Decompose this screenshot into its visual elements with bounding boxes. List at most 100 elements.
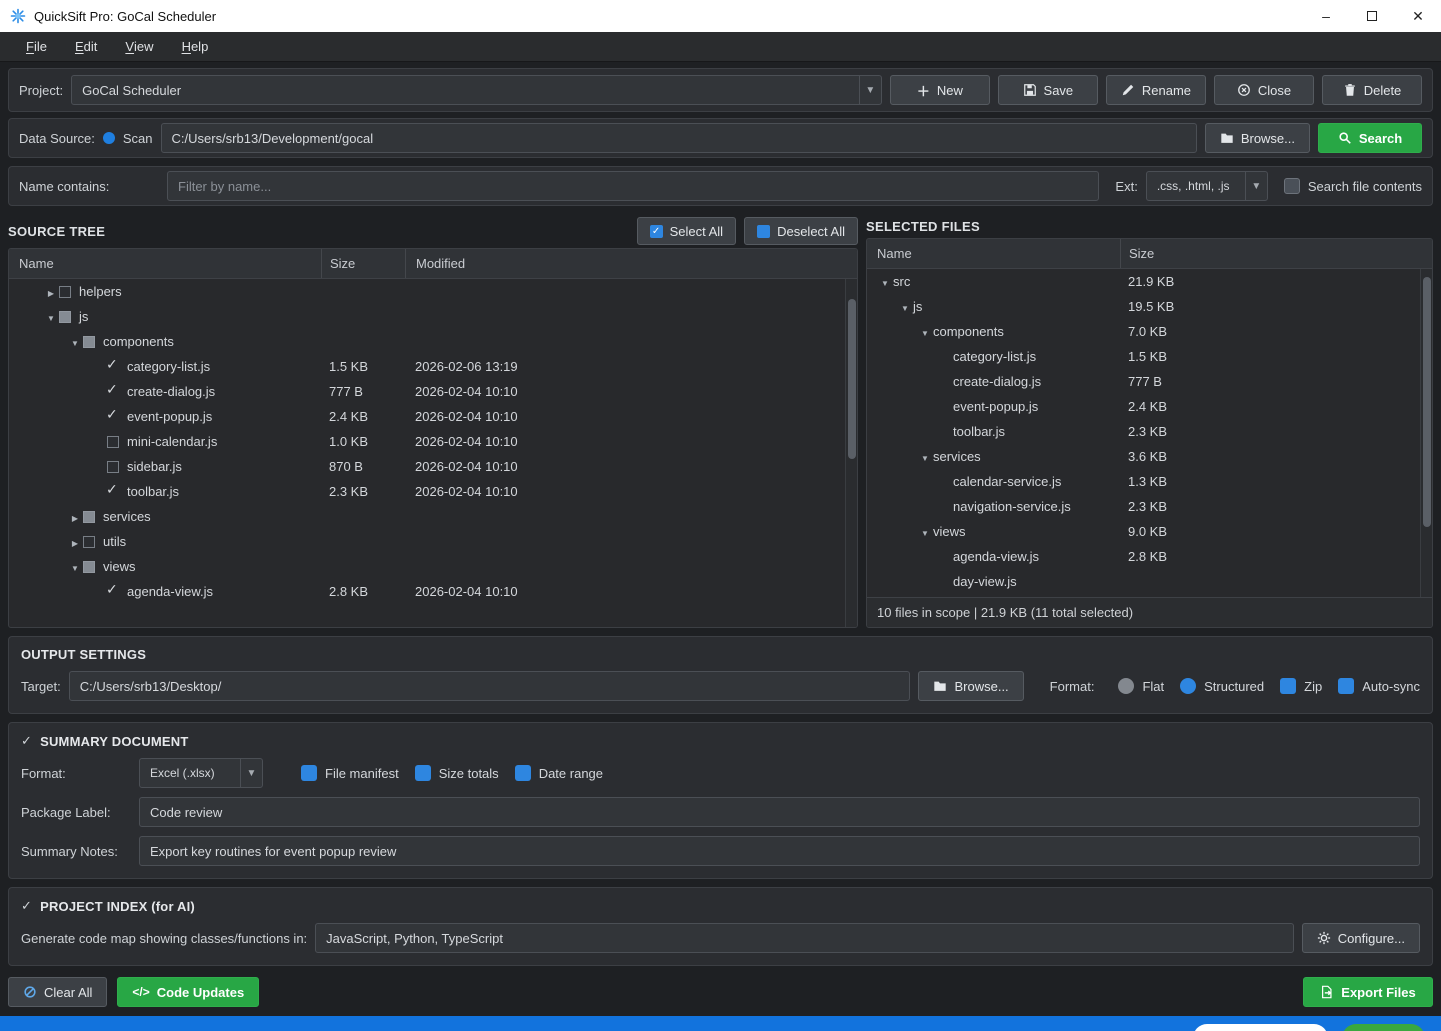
row-checkbox[interactable] xyxy=(107,461,119,473)
summary-notes-input[interactable] xyxy=(139,836,1420,866)
selected-file-row[interactable]: category-list.js 1.5 KB xyxy=(867,344,1420,369)
row-checkbox[interactable] xyxy=(83,336,95,348)
expander-icon[interactable] xyxy=(917,449,933,464)
configure-button[interactable]: Configure... xyxy=(1302,923,1420,953)
tree-row[interactable]: components xyxy=(9,329,845,354)
maximize-button[interactable] xyxy=(1349,0,1395,32)
menu-item[interactable]: Help xyxy=(168,32,223,61)
row-checkbox[interactable] xyxy=(83,511,95,523)
tree-row[interactable]: toolbar.js 2.3 KB 2026-02-04 10:10 xyxy=(9,479,845,504)
target-browse-button[interactable]: Browse... xyxy=(918,671,1023,701)
tree-row[interactable]: mini-calendar.js 1.0 KB 2026-02-04 10:10 xyxy=(9,429,845,454)
column-header-name[interactable]: Name xyxy=(9,249,321,278)
minimize-button[interactable]: – xyxy=(1303,0,1349,32)
expander-icon[interactable] xyxy=(67,509,83,524)
selected-file-row[interactable]: views 9.0 KB xyxy=(867,519,1420,544)
expander-icon[interactable] xyxy=(897,299,913,314)
code-updates-button[interactable]: </> Code Updates xyxy=(117,977,259,1007)
tree-row[interactable]: create-dialog.js 777 B 2026-02-04 10:10 xyxy=(9,379,845,404)
project-select[interactable]: GoCal Scheduler ▼ xyxy=(71,75,882,105)
new-project-button[interactable]: ＋ New xyxy=(890,75,990,105)
target-path-input[interactable] xyxy=(69,671,911,701)
tree-row[interactable]: utils xyxy=(9,529,845,554)
save-project-button[interactable]: Save xyxy=(998,75,1098,105)
column-header-size[interactable]: Size xyxy=(321,249,405,278)
selected-file-row[interactable]: event-popup.js 2.4 KB xyxy=(867,394,1420,419)
format-option[interactable]: Flat xyxy=(1118,678,1164,694)
close-project-button[interactable]: Close xyxy=(1214,75,1314,105)
export-files-button[interactable]: Export Files xyxy=(1303,977,1433,1007)
package-label-input[interactable] xyxy=(139,797,1420,827)
selected-files-scrollbar[interactable] xyxy=(1420,269,1432,597)
summary-option[interactable]: Date range xyxy=(515,765,603,781)
menu-item[interactable]: Edit xyxy=(61,32,111,61)
expander-icon[interactable] xyxy=(43,284,59,299)
ext-select[interactable]: .css, .html, .js ▼ xyxy=(1146,171,1268,201)
rename-project-button[interactable]: Rename xyxy=(1106,75,1206,105)
tree-row[interactable]: js xyxy=(9,304,845,329)
expander-icon[interactable] xyxy=(67,534,83,549)
format-option[interactable]: Auto-sync xyxy=(1338,678,1420,694)
column-header-modified[interactable]: Modified xyxy=(405,249,845,278)
scan-radio[interactable] xyxy=(103,132,115,144)
menu-item[interactable]: File xyxy=(12,32,61,61)
delete-project-button[interactable]: Delete xyxy=(1322,75,1422,105)
selected-file-row[interactable]: toolbar.js 2.3 KB xyxy=(867,419,1420,444)
format-option[interactable]: Structured xyxy=(1180,678,1264,694)
selected-file-row[interactable]: services 3.6 KB xyxy=(867,444,1420,469)
summary-option[interactable]: File manifest xyxy=(301,765,399,781)
summary-format-select[interactable]: Excel (.xlsx) ▼ xyxy=(139,758,263,788)
selected-file-row[interactable]: js 19.5 KB xyxy=(867,294,1420,319)
row-checkbox[interactable] xyxy=(107,386,119,398)
code-map-languages-input[interactable] xyxy=(315,923,1294,953)
name-filter-input[interactable] xyxy=(167,171,1099,201)
search-button[interactable]: Search xyxy=(1318,123,1422,153)
row-checkbox[interactable] xyxy=(107,586,119,598)
column-header-size[interactable]: Size xyxy=(1120,239,1420,268)
expander-icon[interactable] xyxy=(67,334,83,349)
selected-file-row[interactable]: calendar-service.js 1.3 KB xyxy=(867,469,1420,494)
format-option[interactable]: Zip xyxy=(1280,678,1322,694)
scrollbar-thumb[interactable] xyxy=(848,299,856,459)
selected-file-row[interactable]: agenda-view.js 2.8 KB xyxy=(867,544,1420,569)
selected-file-row[interactable]: create-dialog.js 777 B xyxy=(867,369,1420,394)
row-checkbox[interactable] xyxy=(107,436,119,448)
expander-icon[interactable] xyxy=(877,274,893,289)
row-checkbox[interactable] xyxy=(107,361,119,373)
expander-icon[interactable] xyxy=(917,524,933,539)
tree-row[interactable]: sidebar.js 870 B 2026-02-04 10:10 xyxy=(9,454,845,479)
row-checkbox[interactable] xyxy=(83,536,95,548)
menu-item[interactable]: View xyxy=(111,32,167,61)
tree-row[interactable]: views xyxy=(9,554,845,579)
tree-row[interactable]: category-list.js 1.5 KB 2026-02-06 13:19 xyxy=(9,354,845,379)
summary-option[interactable]: Size totals xyxy=(415,765,499,781)
close-button[interactable]: ✕ xyxy=(1395,0,1441,32)
column-header-name[interactable]: Name xyxy=(867,239,1120,268)
select-all-button[interactable]: ✓ Select All xyxy=(637,217,736,245)
cloud-bridge-button[interactable]: Cloud Bridge xyxy=(1193,1024,1328,1031)
row-checkbox[interactable] xyxy=(107,486,119,498)
selected-file-row[interactable]: src 21.9 KB xyxy=(867,269,1420,294)
scrollbar-thumb[interactable] xyxy=(1423,277,1431,527)
row-checkbox[interactable] xyxy=(59,311,71,323)
tree-row[interactable]: agenda-view.js 2.8 KB 2026-02-04 10:10 xyxy=(9,579,845,604)
tree-row[interactable]: helpers xyxy=(9,279,845,304)
source-tree-scrollbar[interactable] xyxy=(845,279,857,627)
index-section-checkbox[interactable]: ✓ xyxy=(21,898,32,914)
row-checkbox[interactable] xyxy=(83,561,95,573)
selected-file-row[interactable]: day-view.js xyxy=(867,569,1420,594)
search-contents-checkbox[interactable] xyxy=(1284,178,1300,194)
deselect-all-button[interactable]: Deselect All xyxy=(744,217,858,245)
clear-all-button[interactable]: Clear All xyxy=(8,977,107,1007)
expander-icon[interactable] xyxy=(43,309,59,324)
selected-file-row[interactable]: navigation-service.js 2.3 KB xyxy=(867,494,1420,519)
expander-icon[interactable] xyxy=(917,324,933,339)
source-path-input[interactable] xyxy=(161,123,1197,153)
row-checkbox[interactable] xyxy=(107,411,119,423)
expander-icon[interactable] xyxy=(67,559,83,574)
tree-row[interactable]: event-popup.js 2.4 KB 2026-02-04 10:10 xyxy=(9,404,845,429)
tree-row[interactable]: services xyxy=(9,504,845,529)
row-checkbox[interactable] xyxy=(59,286,71,298)
summary-section-checkbox[interactable]: ✓ xyxy=(21,733,32,749)
source-browse-button[interactable]: Browse... xyxy=(1205,123,1310,153)
